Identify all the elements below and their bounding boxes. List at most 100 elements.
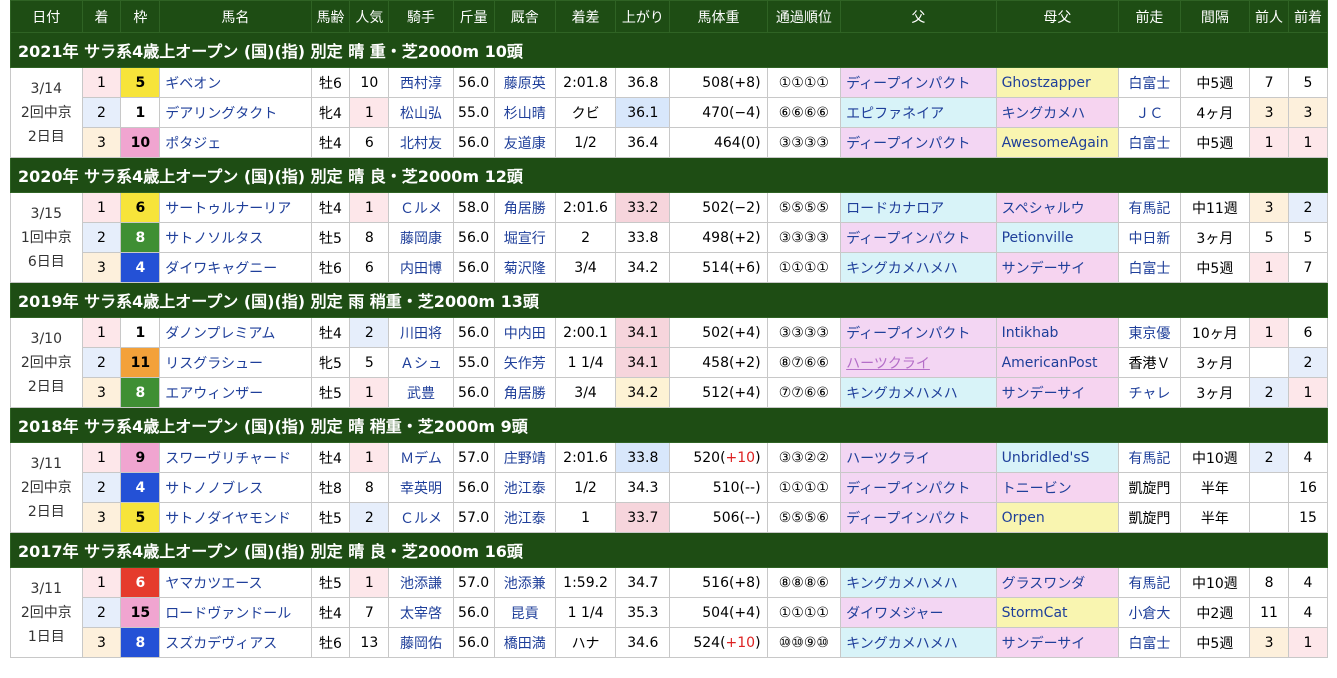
column-header[interactable]: 通過順位 bbox=[766, 0, 842, 33]
broodmare-sire[interactable]: Ghostzapper bbox=[995, 67, 1120, 98]
broodmare-sire[interactable]: Petionville bbox=[995, 222, 1120, 253]
jockey-name[interactable]: 松山弘 bbox=[388, 97, 454, 128]
sire-name[interactable]: エピファネイア bbox=[840, 97, 997, 128]
stable-name[interactable]: 中内田 bbox=[493, 317, 556, 348]
sire-name[interactable]: キングカメハメハ bbox=[840, 567, 997, 598]
sire-name[interactable]: キングカメハメハ bbox=[840, 252, 997, 283]
broodmare-sire[interactable]: サンデーサイ bbox=[995, 627, 1120, 658]
horse-name[interactable]: サトノダイヤモンド bbox=[159, 502, 312, 533]
jockey-name[interactable]: Ｃルメ bbox=[388, 192, 454, 223]
jockey-name[interactable]: 内田博 bbox=[388, 252, 454, 283]
broodmare-sire[interactable]: AwesomeAgain bbox=[995, 127, 1120, 158]
horse-name[interactable]: リスグラシュー bbox=[159, 347, 312, 378]
column-header[interactable]: 上がり bbox=[615, 0, 671, 33]
broodmare-sire[interactable]: グラスワンダ bbox=[995, 567, 1120, 598]
jockey-name[interactable]: 池添謙 bbox=[388, 567, 454, 598]
column-header[interactable]: 母父 bbox=[995, 0, 1120, 33]
column-header[interactable]: 厩舎 bbox=[493, 0, 556, 33]
sire-name[interactable]: ディープインパクト bbox=[840, 502, 997, 533]
jockey-name[interactable]: 川田将 bbox=[388, 317, 454, 348]
broodmare-sire[interactable]: トニービン bbox=[995, 472, 1120, 503]
sire-name[interactable]: ダイワメジャー bbox=[840, 597, 997, 628]
sire-name[interactable]: ハーツクライ bbox=[840, 347, 997, 378]
column-header[interactable]: 前人 bbox=[1249, 0, 1289, 33]
previous-race[interactable]: チャレ bbox=[1118, 377, 1181, 408]
stable-name[interactable]: 矢作芳 bbox=[493, 347, 556, 378]
jockey-name[interactable]: 藤岡康 bbox=[388, 222, 454, 253]
previous-race[interactable]: 香港Ｖ bbox=[1118, 347, 1181, 378]
sire-name[interactable]: ディープインパクト bbox=[840, 472, 997, 503]
horse-name[interactable]: エアウィンザー bbox=[159, 377, 312, 408]
horse-name[interactable]: ギベオン bbox=[159, 67, 312, 98]
previous-race[interactable]: 東京優 bbox=[1118, 317, 1181, 348]
broodmare-sire[interactable]: キングカメハ bbox=[995, 97, 1120, 128]
stable-name[interactable]: 友道康 bbox=[493, 127, 556, 158]
jockey-name[interactable]: 藤岡佑 bbox=[388, 627, 454, 658]
horse-name[interactable]: サトノノブレス bbox=[159, 472, 312, 503]
sire-name[interactable]: ディープインパクト bbox=[840, 317, 997, 348]
sire-name[interactable]: ハーツクライ bbox=[840, 442, 997, 473]
sire-name[interactable]: ディープインパクト bbox=[840, 222, 997, 253]
column-header[interactable]: 馬体重 bbox=[669, 0, 768, 33]
column-header[interactable]: 人気 bbox=[349, 0, 390, 33]
column-header[interactable]: 馬名 bbox=[159, 0, 312, 33]
horse-name[interactable]: サトノソルタス bbox=[159, 222, 312, 253]
stable-name[interactable]: 堀宣行 bbox=[493, 222, 556, 253]
previous-race[interactable]: ＪＣ bbox=[1118, 97, 1181, 128]
column-header[interactable]: 間隔 bbox=[1179, 0, 1251, 33]
broodmare-sire[interactable]: サンデーサイ bbox=[995, 377, 1120, 408]
stable-name[interactable]: 昆貢 bbox=[493, 597, 556, 628]
previous-race[interactable]: 小倉大 bbox=[1118, 597, 1181, 628]
column-header[interactable]: 前着 bbox=[1287, 0, 1329, 33]
broodmare-sire[interactable]: スペシャルウ bbox=[995, 192, 1120, 223]
stable-name[interactable]: 庄野靖 bbox=[493, 442, 556, 473]
horse-name[interactable]: ヤマカツエース bbox=[159, 567, 312, 598]
jockey-name[interactable]: 太宰啓 bbox=[388, 597, 454, 628]
stable-name[interactable]: 池江泰 bbox=[493, 502, 556, 533]
horse-name[interactable]: ロードヴァンドール bbox=[159, 597, 312, 628]
previous-race[interactable]: 有馬記 bbox=[1118, 567, 1181, 598]
stable-name[interactable]: 橋田満 bbox=[493, 627, 556, 658]
previous-race[interactable]: 白富士 bbox=[1118, 627, 1181, 658]
jockey-name[interactable]: Ｍデム bbox=[388, 442, 454, 473]
column-header[interactable]: 馬齢 bbox=[310, 0, 351, 33]
horse-name[interactable]: スズカデヴィアス bbox=[159, 627, 312, 658]
column-header[interactable]: 斤量 bbox=[452, 0, 495, 33]
previous-race[interactable]: 有馬記 bbox=[1118, 442, 1181, 473]
sire-name[interactable]: キングカメハメハ bbox=[840, 627, 997, 658]
jockey-name[interactable]: Ａシュ bbox=[388, 347, 454, 378]
sire-name[interactable]: キングカメハメハ bbox=[840, 377, 997, 408]
previous-race[interactable]: 凱旋門 bbox=[1118, 472, 1181, 503]
column-header[interactable]: 日付 bbox=[10, 0, 83, 33]
column-header[interactable]: 騎手 bbox=[388, 0, 454, 33]
column-header[interactable]: 着 bbox=[81, 0, 122, 33]
broodmare-sire[interactable]: Intikhab bbox=[995, 317, 1120, 348]
horse-name[interactable]: ダノンプレミアム bbox=[159, 317, 312, 348]
broodmare-sire[interactable]: サンデーサイ bbox=[995, 252, 1120, 283]
jockey-name[interactable]: 北村友 bbox=[388, 127, 454, 158]
horse-name[interactable]: スワーヴリチャード bbox=[159, 442, 312, 473]
horse-name[interactable]: デアリングタクト bbox=[159, 97, 312, 128]
stable-name[interactable]: 池添兼 bbox=[493, 567, 556, 598]
broodmare-sire[interactable]: AmericanPost bbox=[995, 347, 1120, 378]
sire-name[interactable]: ディープインパクト bbox=[840, 127, 997, 158]
jockey-name[interactable]: 西村淳 bbox=[388, 67, 454, 98]
jockey-name[interactable]: Ｃルメ bbox=[388, 502, 454, 533]
column-header[interactable]: 前走 bbox=[1118, 0, 1181, 33]
sire-name[interactable]: ディープインパクト bbox=[840, 67, 997, 98]
column-header[interactable]: 父 bbox=[840, 0, 997, 33]
jockey-name[interactable]: 幸英明 bbox=[388, 472, 454, 503]
broodmare-sire[interactable]: Orpen bbox=[995, 502, 1120, 533]
column-header[interactable]: 枠 bbox=[120, 0, 161, 33]
previous-race[interactable]: 白富士 bbox=[1118, 127, 1181, 158]
stable-name[interactable]: 角居勝 bbox=[493, 192, 556, 223]
horse-name[interactable]: サートゥルナーリア bbox=[159, 192, 312, 223]
sire-name[interactable]: ロードカナロア bbox=[840, 192, 997, 223]
stable-name[interactable]: 菊沢隆 bbox=[493, 252, 556, 283]
stable-name[interactable]: 藤原英 bbox=[493, 67, 556, 98]
previous-race[interactable]: 中日新 bbox=[1118, 222, 1181, 253]
previous-race[interactable]: 白富士 bbox=[1118, 252, 1181, 283]
broodmare-sire[interactable]: StormCat bbox=[995, 597, 1120, 628]
previous-race[interactable]: 白富士 bbox=[1118, 67, 1181, 98]
stable-name[interactable]: 杉山晴 bbox=[493, 97, 556, 128]
